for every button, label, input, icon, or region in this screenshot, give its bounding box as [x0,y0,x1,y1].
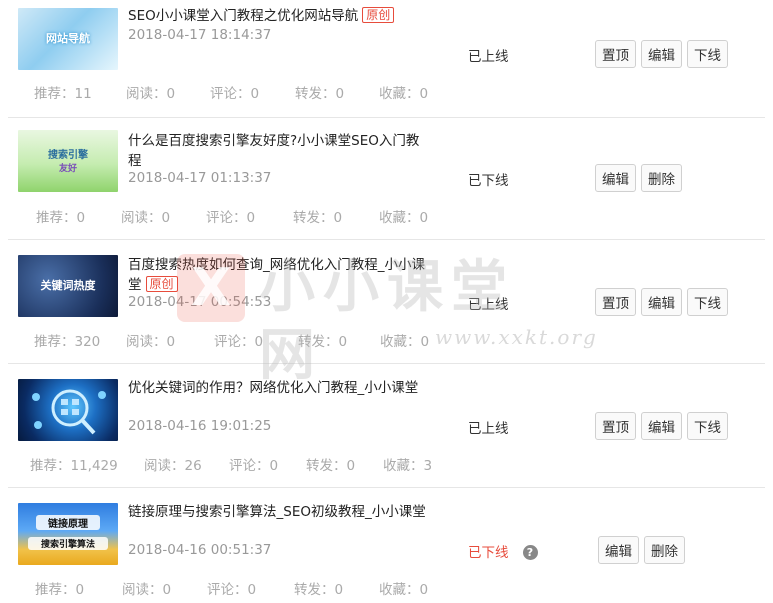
pin-button[interactable]: 置顶 [595,40,636,68]
post-thumbnail[interactable]: 链接原理 搜索引擎算法 [18,503,118,565]
post-title[interactable]: 什么是百度搜索引擎友好度?小小课堂SEO入门教程 [128,131,428,171]
favorite-count: 收藏：0 [379,86,429,102]
share-count: 转发：0 [306,458,356,474]
post-actions: 编辑 删除 [598,536,685,564]
offline-button[interactable]: 下线 [687,40,728,68]
post-card: 链接原理 搜索引擎算法 链接原理与搜索引擎算法_SEO初级教程_小小课堂 201… [8,488,765,603]
post-status-text: 已下线 [468,545,509,561]
post-thumbnail[interactable]: 关键词热度 [18,255,118,317]
comment-count: 评论：0 [206,210,256,226]
post-date: 2018-04-17 18:14:37 [128,27,272,43]
share-count: 转发：0 [298,334,348,350]
edit-button[interactable]: 编辑 [598,536,639,564]
favorite-count: 收藏：3 [383,458,433,474]
read-count: 阅读：0 [122,582,172,598]
post-date: 2018-04-16 19:01:25 [128,418,272,434]
comment-count: 评论：0 [214,334,264,350]
post-title[interactable]: 百度搜索热度如何查询_网络优化入门教程_小小课堂 原创 [128,255,428,295]
original-tag: 原创 [145,276,178,292]
pin-button[interactable]: 置顶 [595,412,636,440]
post-status: 已上线 [468,49,509,65]
post-actions: 编辑 删除 [595,164,682,192]
pin-button[interactable]: 置顶 [595,288,636,316]
post-status: 已下线 [468,173,509,189]
thumbnail-subcaption: 友好 [58,164,77,174]
recommend-count: 推荐：0 [35,582,85,598]
edit-button[interactable]: 编辑 [641,412,682,440]
read-count: 阅读：26 [144,458,202,474]
thumbnail-caption: 链接原理 [36,515,100,530]
thumbnail-caption: 网站导航 [46,32,90,45]
delete-button[interactable]: 删除 [644,536,685,564]
comment-count: 评论：0 [210,86,260,102]
read-count: 阅读：0 [121,210,171,226]
read-count: 阅读：0 [126,334,176,350]
watermark-url: www.xxkt.org [435,325,598,349]
thumbnail-caption: 搜索引擎 [48,150,88,161]
recommend-count: 推荐：0 [36,210,86,226]
post-title[interactable]: 优化关键词的作用？网络优化入门教程_小小课堂 [128,378,428,398]
post-status: 已上线 [468,297,509,313]
share-count: 转发：0 [295,86,345,102]
post-title-text[interactable]: 链接原理与搜索引擎算法_SEO初级教程_小小课堂 [128,504,426,520]
post-date: 2018-04-17 00:54:53 [128,294,272,310]
share-count: 转发：0 [294,582,344,598]
post-date: 2018-04-16 00:51:37 [128,542,272,558]
post-actions: 置顶 编辑 下线 [595,288,728,316]
post-thumbnail[interactable]: 搜索引擎 友好 [18,130,118,192]
post-thumbnail[interactable] [18,379,118,441]
favorite-count: 收藏：0 [379,582,429,598]
post-title[interactable]: SEO小小课堂入门教程之优化网站导航 原创 [128,6,428,26]
post-card: 优化关键词的作用？网络优化入门教程_小小课堂 2018-04-16 19:01:… [8,364,765,488]
share-count: 转发：0 [293,210,343,226]
post-title-text[interactable]: SEO小小课堂入门教程之优化网站导航 [128,8,358,24]
offline-button[interactable]: 下线 [687,412,728,440]
recommend-count: 推荐：11,429 [30,458,118,474]
post-status: 已上线 [468,421,509,437]
post-card: 关键词热度 百度搜索热度如何查询_网络优化入门教程_小小课堂 原创 2018-04… [8,240,765,364]
favorite-count: 收藏：0 [380,334,430,350]
comment-count: 评论：0 [207,582,257,598]
edit-button[interactable]: 编辑 [595,164,636,192]
delete-button[interactable]: 删除 [641,164,682,192]
thumbnail-subcaption: 搜索引擎算法 [28,537,108,550]
post-status: 已下线? [468,541,538,561]
recommend-count: 推荐：11 [34,86,92,102]
help-icon[interactable]: ? [522,545,538,560]
offline-button[interactable]: 下线 [687,288,728,316]
original-tag: 原创 [362,7,395,23]
thumbnail-caption: 关键词热度 [40,279,96,292]
comment-count: 评论：0 [229,458,279,474]
magnifier-network-icon [32,389,106,435]
post-date: 2018-04-17 01:13:37 [128,170,272,186]
edit-button[interactable]: 编辑 [641,288,682,316]
recommend-count: 推荐：320 [34,334,101,350]
post-actions: 置顶 编辑 下线 [595,412,728,440]
post-actions: 置顶 编辑 下线 [595,40,728,68]
post-title[interactable]: 链接原理与搜索引擎算法_SEO初级教程_小小课堂 [128,502,428,522]
post-card: 网站导航 SEO小小课堂入门教程之优化网站导航 原创 2018-04-17 18:… [8,0,765,118]
post-title-text[interactable]: 优化关键词的作用？网络优化入门教程_小小课堂 [128,380,418,396]
read-count: 阅读：0 [126,86,176,102]
post-thumbnail[interactable]: 网站导航 [18,8,118,70]
favorite-count: 收藏：0 [379,210,429,226]
edit-button[interactable]: 编辑 [641,40,682,68]
post-title-text[interactable]: 什么是百度搜索引擎友好度?小小课堂SEO入门教程 [128,133,419,169]
post-card: 搜索引擎 友好 什么是百度搜索引擎友好度?小小课堂SEO入门教程 2018-04… [8,118,765,240]
